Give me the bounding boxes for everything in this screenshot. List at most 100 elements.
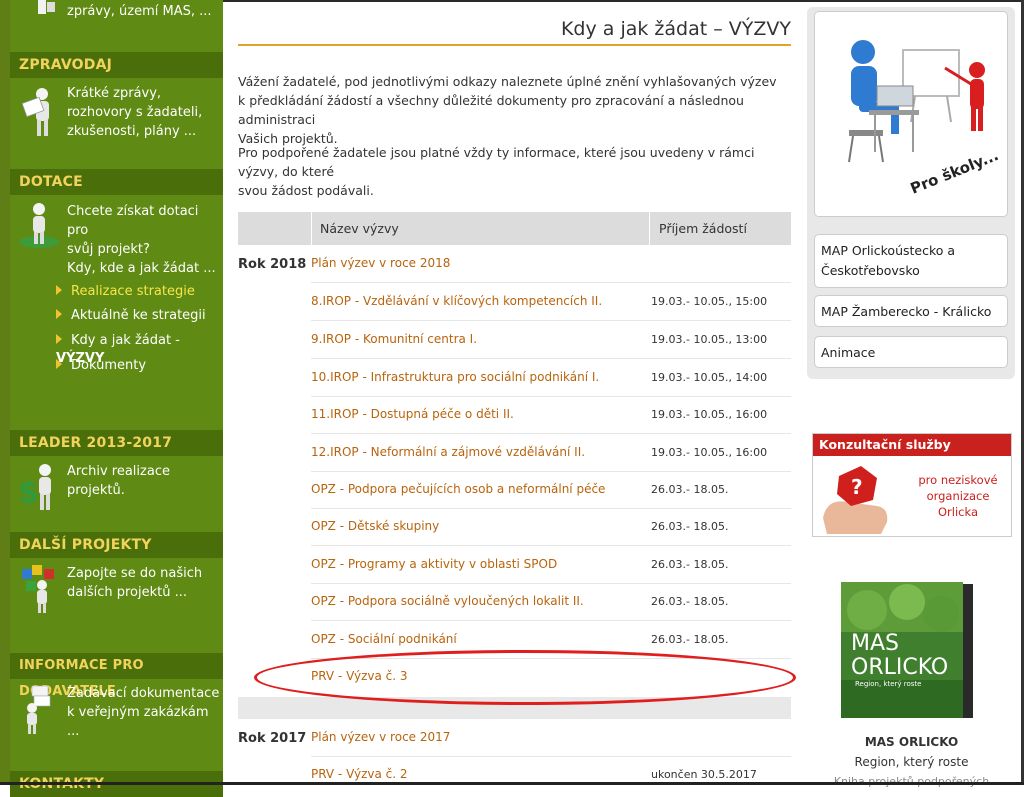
submenu-aktualne-ke-strategii[interactable]: Aktuálně ke strategii — [56, 307, 206, 325]
submenu-realizace-strategie[interactable]: Realizace strategie — [56, 283, 195, 301]
triangle-bullet-icon — [56, 334, 62, 344]
intro-paragraph: Vážení žadatelé, pod jednotlivými odkazy… — [238, 72, 791, 148]
submenu-label: Dokumenty — [71, 358, 147, 373]
call-date: 26.03.- 18.05. — [651, 558, 729, 571]
page-title: Kdy a jak žádat – VÝZVY — [560, 18, 791, 40]
call-date: 26.03.- 18.05. — [651, 483, 729, 496]
red-highlight-ellipse — [254, 650, 796, 705]
header-separator — [649, 212, 650, 245]
book-cover-image[interactable]: MAS ORLICKO Region, který roste — [837, 580, 987, 722]
puzzle-hand-icon: ? — [823, 466, 888, 534]
person-crossroads-icon — [19, 203, 59, 248]
table-row: 8.IROP - Vzdělávání v klíčových kompeten… — [311, 283, 791, 321]
call-link[interactable]: OPZ - Podpora sociálně vyloučených lokal… — [311, 583, 584, 620]
sidebar-dalsi-line-1: Zapojte se do našich — [67, 566, 203, 581]
sidebar-heading-leader[interactable]: LEADER 2013-2017 — [10, 430, 223, 456]
call-link[interactable]: 10.IROP - Infrastruktura pro sociální po… — [311, 359, 599, 396]
intro-line-2: k předkládání žádostí a všechny důležité… — [238, 93, 744, 127]
table-row: 10.IROP - Infrastruktura pro sociální po… — [311, 359, 791, 397]
book-title-line-2: ORLICKO — [851, 655, 948, 680]
table-row: OPZ - Podpora sociálně vyloučených lokal… — [311, 583, 791, 621]
table-row: PRV - Výzva č. 2 ukončen 30.5.2017 — [311, 756, 791, 793]
book-subtitle: Region, který roste — [855, 680, 921, 688]
call-date: 19.03.- 10.05., 16:00 — [651, 408, 768, 421]
sidebar-heading-dotace[interactable]: DOTACE — [10, 169, 223, 195]
triangle-bullet-icon — [56, 309, 62, 319]
sidebar-zpravodaj-line-2: rozhovory s žadateli, — [67, 105, 203, 120]
intro2-line-2: svou žádost podávali. — [238, 183, 374, 198]
year-label-2017: Rok 2017 — [238, 731, 307, 746]
call-date: ukončen 30.5.2017 — [651, 768, 757, 781]
svg-text:$: $ — [18, 475, 39, 510]
year-label-2018: Rok 2018 — [238, 257, 307, 272]
book-title-line-1: MAS — [851, 631, 899, 656]
sidebar-heading-zpravodaj[interactable]: ZPRAVODAJ — [10, 52, 223, 78]
call-link[interactable]: OPZ - Programy a aktivity v oblasti SPOD — [311, 546, 557, 583]
link-animace[interactable]: Animace — [814, 336, 1008, 368]
intro-line-1: Vážení žadatelé, pod jednotlivými odkazy… — [238, 74, 777, 89]
sidebar-dalsi-projekty-text[interactable]: Zapojte se do našich dalších projektů ..… — [67, 564, 202, 602]
sidebar-dodavatele-text[interactable]: Zadávací dokumentace k veřejným zakázkám… — [67, 684, 223, 741]
call-date: 19.03.- 10.05., 15:00 — [651, 295, 768, 308]
sidebar-zpravodaj-line-1: Krátké zprávy, — [67, 86, 162, 101]
consult-line-2: organizace — [926, 489, 990, 503]
person-money-icon: $ — [18, 464, 51, 510]
header-separator — [311, 212, 312, 245]
person-icon — [38, 0, 55, 14]
table-header: Název výzvy Příjem žádostí — [238, 212, 791, 245]
call-link[interactable]: 8.IROP - Vzdělávání v klíčových kompeten… — [311, 283, 602, 320]
sidebar-heading-dalsi-projekty[interactable]: DALŠÍ PROJEKTY — [10, 532, 223, 558]
sidebar-dodavatele-line-1: Zadávací dokumentace — [67, 686, 220, 701]
sidebar-dotace-line-1: Chcete získat dotaci pro — [67, 204, 199, 238]
call-link[interactable]: PRV - Výzva č. 2 — [311, 756, 408, 793]
consult-banner[interactable]: Konzultační služby ? pro neziskové organ… — [812, 433, 1012, 537]
column-header-nazev: Název výzvy — [320, 221, 399, 236]
reading-person-icon — [21, 88, 49, 136]
sidebar-dalsi-line-2: dalších projektů ... — [67, 585, 188, 600]
call-link[interactable]: 12.IROP - Neformální a zájmové vzděláván… — [311, 434, 585, 471]
sidebar-dotace-text[interactable]: Chcete získat dotaci pro svůj projekt? K… — [67, 202, 223, 278]
column-header-prijem: Příjem žádostí — [659, 221, 747, 236]
school-banner[interactable]: Pro školy... — [814, 11, 1008, 217]
triangle-bullet-icon — [56, 285, 62, 295]
school-illustration-icon: Pro školy... — [815, 12, 1007, 216]
submenu-dokumenty[interactable]: Dokumenty — [56, 357, 146, 375]
plan-link-2017[interactable]: Plán výzev v roce 2017 — [311, 719, 450, 756]
submenu-label: Kdy a jak žádat - — [71, 333, 180, 348]
call-date: 26.03.- 18.05. — [651, 633, 729, 646]
intro2-line-1: Pro podpořené žadatele jsou platné vždy … — [238, 145, 755, 179]
call-date: 19.03.- 10.05., 14:00 — [651, 371, 768, 384]
submenu-label: Aktuálně ke strategii — [71, 308, 206, 323]
table-row: 9.IROP - Komunitní centra I. 19.03.- 10.… — [311, 321, 791, 359]
call-link[interactable]: 11.IROP - Dostupná péče o děti II. — [311, 396, 514, 433]
svg-text:?: ? — [851, 475, 863, 499]
intro-paragraph-2: Pro podpořené žadatele jsou platné vždy … — [238, 143, 791, 200]
submenu-label: Realizace strategie — [71, 284, 195, 299]
book-caption-subtitle: Region, který roste — [854, 755, 969, 769]
consult-line-3: Orlicka — [938, 505, 978, 519]
call-link[interactable]: 9.IROP - Komunitní centra I. — [311, 321, 477, 358]
sidebar-leader-text[interactable]: Archiv realizace projektů. — [67, 462, 223, 500]
triangle-bullet-icon — [56, 359, 62, 369]
table-row: OPZ - Programy a aktivity v oblasti SPOD… — [311, 546, 791, 584]
sidebar-dodavatele-line-2: k veřejným zakázkám ... — [67, 705, 209, 739]
table-row: OPZ - Podpora pečujících osob a neformál… — [311, 471, 791, 509]
window-frame-left — [0, 0, 10, 785]
sidebar-heading-informace-pro-dodavatele[interactable]: INFORMACE PRO DODAVATELE — [10, 653, 223, 699]
call-link[interactable]: OPZ - Dětské skupiny — [311, 508, 439, 545]
call-date: 19.03.- 10.05., 13:00 — [651, 333, 768, 346]
book-caption-title: MAS ORLICKO — [864, 735, 959, 749]
sidebar-zpravodaj-line-3: zkušenosti, plány ... — [67, 124, 197, 139]
sidebar-top-text[interactable]: zprávy, území MAS, ... — [67, 2, 212, 21]
link-map-zamberecko[interactable]: MAP Žamberecko - Králicko — [814, 295, 1008, 327]
table-row: OPZ - Dětské skupiny 26.03.- 18.05. — [311, 508, 791, 546]
plan-link-2018[interactable]: Plán výzev v roce 2018 — [311, 245, 450, 282]
sidebar-zpravodaj-text[interactable]: Krátké zprávy, rozhovory s žadateli, zku… — [67, 84, 202, 141]
table-row: Plán výzev v roce 2017 — [311, 719, 791, 757]
call-link[interactable]: OPZ - Podpora pečujících osob a neformál… — [311, 471, 605, 508]
sidebar: zprávy, území MAS, ... ZPRAVODAJ Krátké … — [10, 0, 223, 797]
person-documents-icon — [27, 685, 51, 734]
table-row: 12.IROP - Neformální a zájmové vzděláván… — [311, 434, 791, 472]
sidebar-dotace-line-2: svůj projekt? — [67, 242, 150, 257]
link-map-orlickoustecko[interactable]: MAP Orlickoústecko a Českotřebovsko — [814, 234, 1008, 288]
